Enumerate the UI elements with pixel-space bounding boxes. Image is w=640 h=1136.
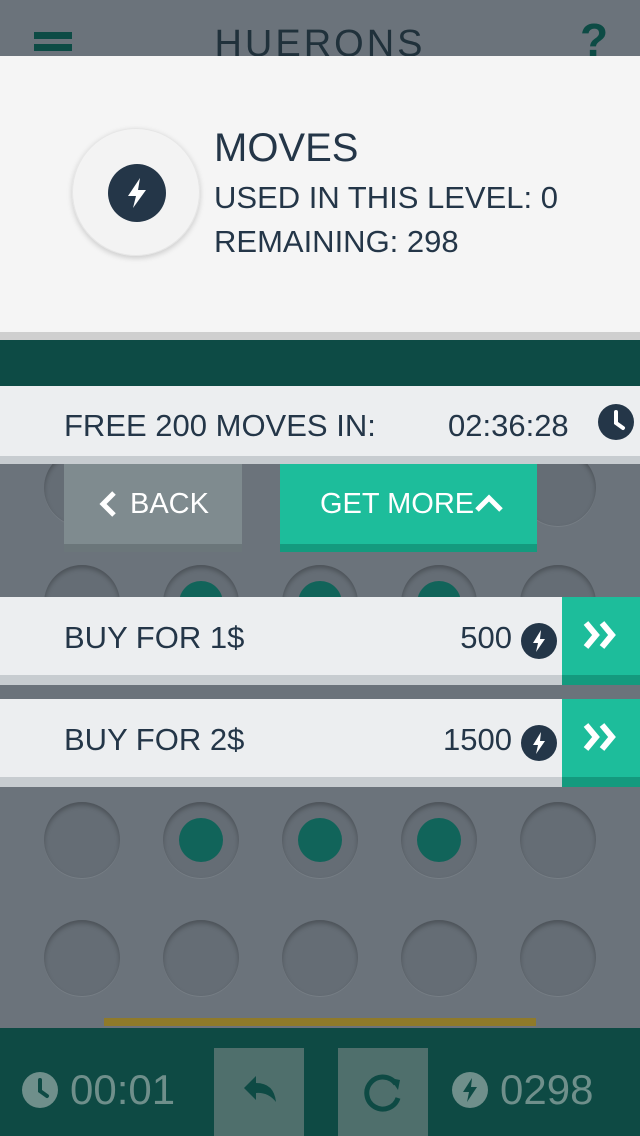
- offer-amount: 1500: [443, 722, 512, 757]
- offer-buy-button[interactable]: [562, 597, 640, 685]
- double-chevron-right-icon: [583, 621, 616, 649]
- chevron-left-icon: [98, 490, 118, 518]
- offer-label: BUY FOR 2$: [64, 722, 245, 757]
- lightning-icon: [521, 725, 557, 761]
- clock-icon: [22, 1072, 58, 1108]
- moves-used-text: USED IN THIS LEVEL: 0: [214, 180, 558, 215]
- offer-label: BUY FOR 1$: [64, 620, 245, 655]
- board-cell[interactable]: [520, 920, 596, 996]
- board-cell[interactable]: [44, 802, 120, 878]
- board-cell[interactable]: [44, 920, 120, 996]
- app-title: HUERONS: [214, 26, 426, 56]
- chevron-up-icon: [474, 492, 504, 514]
- moves-counter: 0298: [500, 1066, 594, 1113]
- board-cell[interactable]: [520, 802, 596, 878]
- level-progress-bar: [104, 1018, 536, 1026]
- board-top-band: [0, 340, 640, 386]
- back-button-label: BACK: [130, 488, 209, 520]
- panel-title: MOVES: [214, 126, 359, 170]
- help-icon[interactable]: ?: [580, 20, 608, 56]
- double-chevron-right-icon: [583, 723, 616, 751]
- offer-amount: 500: [460, 620, 512, 655]
- level-timer: 00:01: [70, 1066, 176, 1113]
- undo-icon: [244, 1076, 276, 1102]
- lightning-icon: [108, 164, 166, 222]
- board-cell[interactable]: [163, 920, 239, 996]
- free-moves-label: FREE 200 MOVES IN:: [64, 408, 376, 443]
- lightning-icon: [521, 623, 557, 659]
- lightning-icon: [452, 1072, 488, 1108]
- undo-button[interactable]: [214, 1048, 304, 1136]
- board-cell[interactable]: [282, 802, 358, 878]
- board-cell[interactable]: [282, 920, 358, 996]
- reset-icon: [364, 1074, 401, 1112]
- board-cell[interactable]: [163, 802, 239, 878]
- board-cell[interactable]: [401, 802, 477, 878]
- offer-buy-button[interactable]: [562, 699, 640, 787]
- board-cell[interactable]: [401, 920, 477, 996]
- free-moves-countdown: 02:36:28: [448, 408, 569, 443]
- get-more-button-label: GET MORE: [320, 488, 475, 520]
- reset-button[interactable]: [338, 1048, 428, 1136]
- clock-icon: [598, 404, 634, 440]
- moves-remaining-text: REMAINING: 298: [214, 224, 459, 259]
